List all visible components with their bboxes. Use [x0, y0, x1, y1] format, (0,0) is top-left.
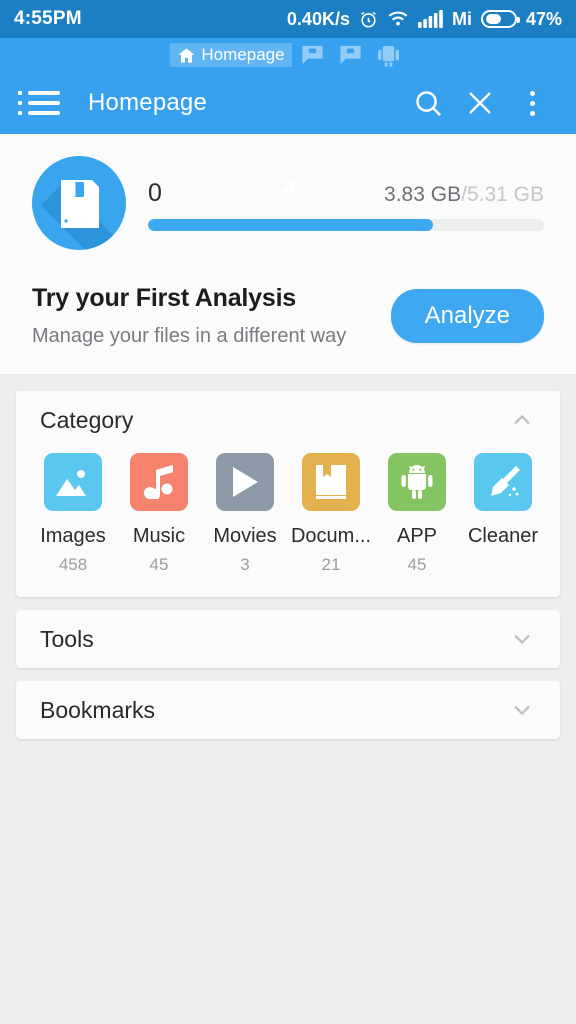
- category-label: Docum...: [290, 525, 372, 547]
- list-menu-icon[interactable]: [18, 91, 60, 115]
- category-count: 458: [58, 555, 88, 574]
- chevron-down-icon[interactable]: [508, 696, 536, 724]
- status-time: 4:55PM: [14, 8, 82, 29]
- more-vertical-icon[interactable]: [506, 77, 558, 129]
- section-list: Category Images 458 Music 45 Movies 3 Docum...…: [0, 375, 576, 739]
- card-tools-header[interactable]: Tools: [16, 610, 560, 668]
- android-device-icon: [378, 44, 400, 67]
- card-bookmarks-title: Bookmarks: [40, 696, 156, 723]
- carrier-label: Mi: [451, 8, 472, 29]
- promo-subtitle: Manage your files in a different way: [32, 325, 347, 347]
- close-icon[interactable]: [454, 77, 506, 129]
- toolbar: Homepage: [0, 72, 576, 192]
- analyze-button[interactable]: Analyze: [390, 289, 544, 343]
- category-count: 21: [321, 555, 341, 574]
- home-icon: [177, 46, 196, 65]
- page-title: Homepage: [88, 89, 208, 116]
- category-item[interactable]: Images 458: [30, 453, 116, 575]
- wifi-icon: [387, 11, 409, 28]
- storage-progress-track: [148, 219, 544, 231]
- category-count: 45: [149, 555, 169, 574]
- play-icon: [216, 453, 274, 511]
- storage-used: 3.83 GB: [384, 183, 462, 206]
- card-category-title: Category: [40, 406, 134, 433]
- storage-meter: 0 3.83 GB/5.31 GB: [148, 175, 544, 231]
- book-icon: [302, 453, 360, 511]
- sd-card-icon: [300, 44, 325, 66]
- tab-homepage[interactable]: Homepage: [170, 43, 292, 67]
- category-label: APP: [396, 525, 438, 547]
- status-bar: 4:55PM 0.40K/s Mi 47%: [0, 0, 576, 38]
- promo-title: Try your First Analysis: [32, 284, 297, 312]
- resize-triangle-icon: [281, 178, 295, 192]
- category-grid: Images 458 Music 45 Movies 3 Docum... 21 APP 45 Cl…: [16, 449, 560, 597]
- category-item[interactable]: Movies 3: [202, 453, 288, 575]
- category-item[interactable]: APP 45: [374, 453, 460, 575]
- storage-total: 5.31 GB: [466, 183, 544, 206]
- chevron-down-icon[interactable]: [508, 625, 536, 653]
- category-label: Music: [132, 525, 186, 547]
- card-bookmarks: Bookmarks: [16, 681, 560, 739]
- category-item[interactable]: Cleaner: [460, 453, 546, 575]
- battery-percent: 47%: [525, 8, 562, 29]
- tab-sdcard-1[interactable]: [296, 42, 330, 68]
- network-speed: 0.40K/s: [286, 8, 350, 29]
- category-item[interactable]: Docum... 21: [288, 453, 374, 575]
- battery-icon: [480, 10, 520, 28]
- floppy-disk-icon: [32, 156, 126, 250]
- chevron-up-icon[interactable]: [508, 406, 536, 434]
- card-tools-title: Tools: [40, 625, 94, 652]
- alarm-clock-icon: [359, 10, 378, 29]
- category-item[interactable]: Music 45: [116, 453, 202, 575]
- tab-strip: Homepage: [0, 38, 576, 72]
- card-category-header[interactable]: Category: [16, 391, 560, 449]
- card-bookmarks-header[interactable]: Bookmarks: [16, 681, 560, 739]
- music-note-icon: [130, 453, 188, 511]
- card-tools: Tools: [16, 610, 560, 668]
- phone-screen: 4:55PM 0.40K/s Mi 47% Homepage Homepage …: [0, 0, 576, 1024]
- tab-sdcard-2[interactable]: [334, 42, 368, 68]
- category-label: Cleaner: [467, 525, 539, 547]
- category-label: Images: [40, 525, 106, 547]
- category-label: Movies: [213, 525, 277, 547]
- storage-card: 0 3.83 GB/5.31 GB Try your First Analysi…: [0, 134, 576, 375]
- tab-device[interactable]: [372, 42, 406, 68]
- category-count: 45: [407, 555, 427, 574]
- volume-name: 0: [148, 179, 162, 207]
- broom-icon: [474, 453, 532, 511]
- image-icon: [44, 453, 102, 511]
- sd-card-icon: [338, 44, 363, 66]
- category-count: 3: [240, 555, 250, 574]
- cellular-signal-icon: [417, 10, 443, 28]
- card-category: Category Images 458 Music 45 Movies 3 Docum...…: [16, 391, 560, 597]
- storage-progress-fill: [148, 219, 434, 231]
- tab-homepage-label: Homepage: [201, 45, 285, 64]
- search-icon[interactable]: [402, 77, 454, 129]
- android-icon: [388, 453, 446, 511]
